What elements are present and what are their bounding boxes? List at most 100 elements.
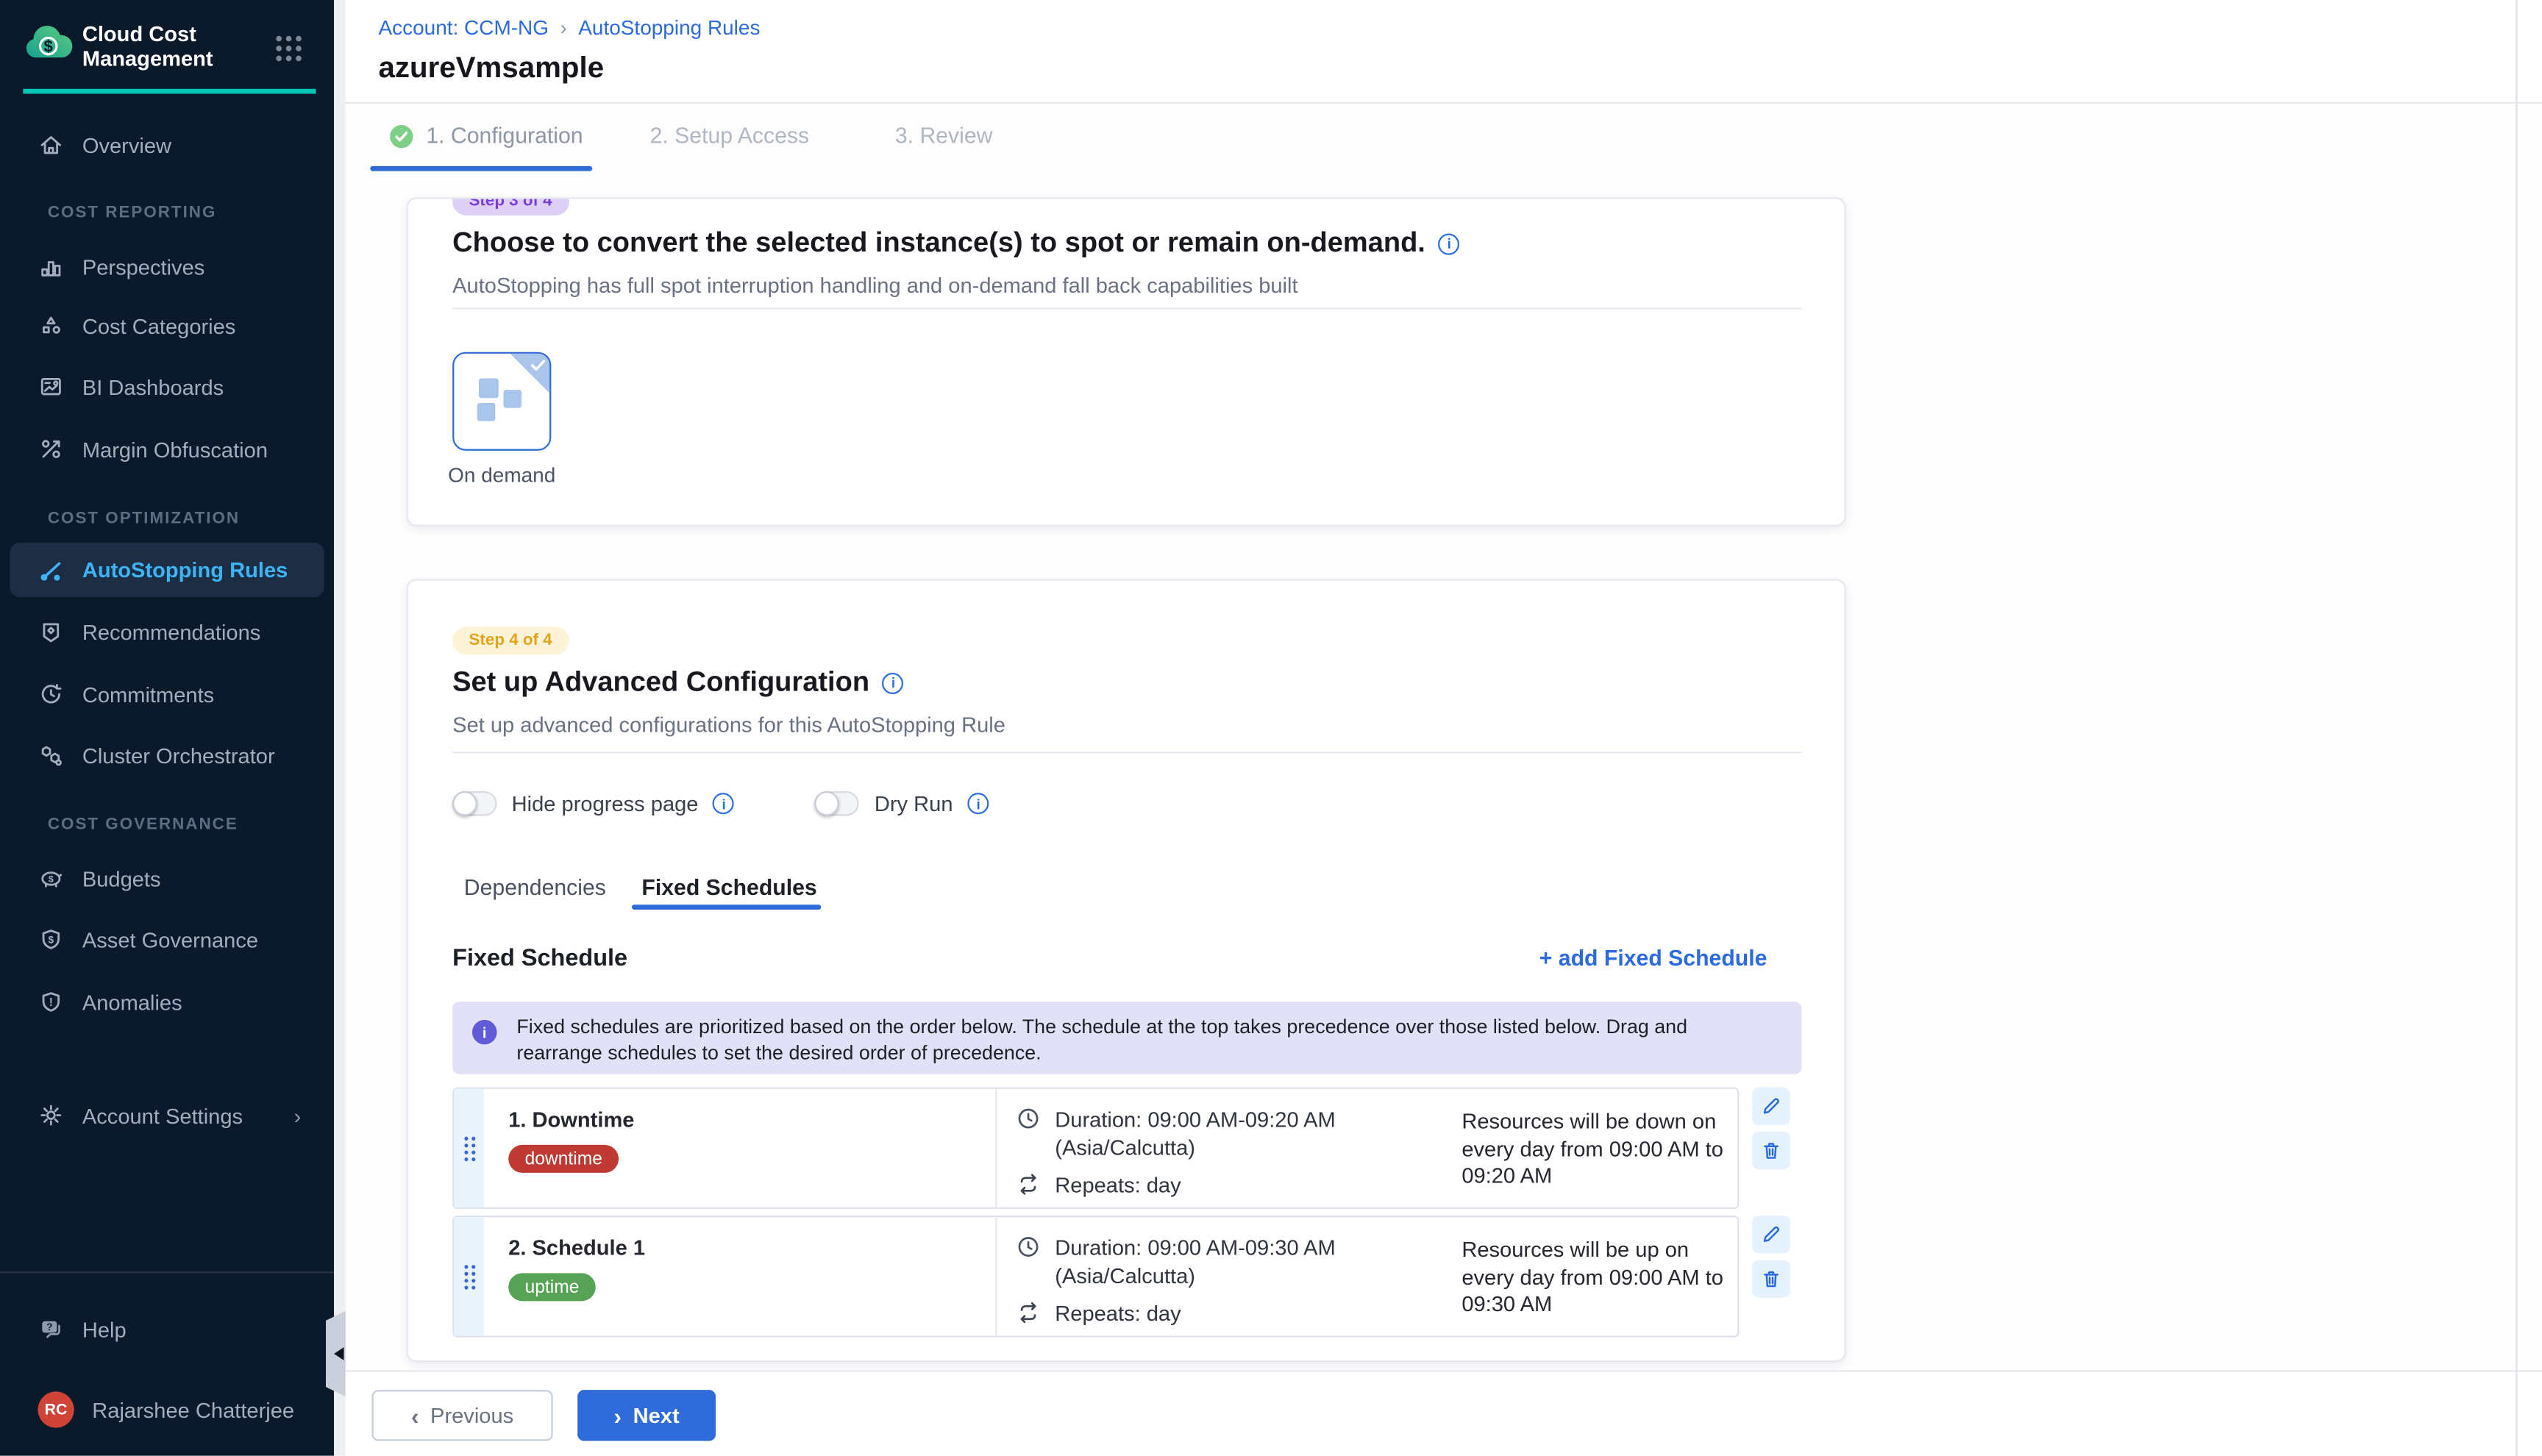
- clock-icon: [1017, 1235, 1040, 1258]
- sidebar-item-label: Margin Obfuscation: [82, 437, 268, 462]
- section-label-cost-optimization: COST OPTIMIZATION: [48, 510, 240, 528]
- tab-setup-access[interactable]: 2. Setup Access: [650, 124, 810, 149]
- step3-heading: Choose to convert the selected instance(…: [452, 227, 1425, 260]
- recommendation-tag-icon: [38, 618, 64, 645]
- info-icon[interactable]: i: [713, 793, 735, 814]
- dry-run-toggle[interactable]: [815, 791, 859, 816]
- schedule-duration: Duration: 09:00 AM-09:20 AM (Asia/Calcut…: [1055, 1105, 1384, 1161]
- divider: [452, 307, 1801, 309]
- sidebar-item-overview[interactable]: Overview: [10, 122, 324, 168]
- pencil-icon: [1760, 1224, 1781, 1245]
- schedule-timing-cell: Duration: 09:00 AM-09:30 AM (Asia/Calcut…: [996, 1217, 1462, 1335]
- autostopping-icon: [38, 557, 64, 583]
- sidebar-item-anomalies[interactable]: ! Anomalies: [10, 979, 324, 1025]
- sidebar-item-label: Overview: [82, 132, 171, 157]
- chevron-right-icon: ›: [613, 1404, 621, 1427]
- sidebar-item-cost-categories[interactable]: Cost Categories: [10, 303, 324, 349]
- on-demand-option-tile[interactable]: [452, 352, 551, 451]
- delete-schedule-button[interactable]: [1752, 1132, 1790, 1169]
- module-grid-icon[interactable]: [275, 35, 303, 63]
- sidebar-item-budgets[interactable]: $ Budgets: [10, 855, 324, 902]
- breadcrumb-account-link[interactable]: Account: CCM-NG: [378, 16, 549, 39]
- add-fixed-schedule-button[interactable]: + add Fixed Schedule: [1539, 946, 1767, 971]
- sidebar-item-label: Recommendations: [82, 619, 260, 644]
- next-label: Next: [633, 1403, 680, 1428]
- step3-heading-row: Choose to convert the selected instance(…: [452, 227, 1460, 260]
- schedule-timing-cell: Duration: 09:00 AM-09:20 AM (Asia/Calcut…: [996, 1089, 1462, 1207]
- edit-schedule-button[interactable]: [1752, 1088, 1790, 1125]
- sidebar-item-asset-governance[interactable]: $ Asset Governance: [10, 916, 324, 963]
- sidebar-item-label: Budgets: [82, 866, 161, 891]
- gear-icon: [38, 1102, 64, 1129]
- chevron-left-icon: ‹: [411, 1404, 419, 1427]
- sidebar-item-autostopping-rules[interactable]: AutoStopping Rules: [10, 543, 324, 597]
- sidebar-item-label: BI Dashboards: [82, 374, 224, 399]
- sidebar-item-perspectives[interactable]: Perspectives: [10, 243, 324, 290]
- hide-progress-toggle[interactable]: [452, 791, 496, 816]
- hexagon-cluster-icon: [38, 742, 64, 768]
- sidebar-item-help[interactable]: ? Help: [10, 1306, 324, 1352]
- tab-label: 3. Review: [895, 124, 993, 149]
- schedule-row-uptime: 2. Schedule 1 uptime Duration: 09:00 AM-…: [452, 1216, 1739, 1338]
- drag-handle[interactable]: [454, 1089, 483, 1207]
- user-menu[interactable]: RC Rajarshee Chatterjee: [10, 1387, 324, 1433]
- tab-review[interactable]: 3. Review: [895, 124, 993, 149]
- home-icon: [38, 132, 64, 158]
- tab-configuration[interactable]: 1. Configuration: [390, 124, 583, 149]
- sidebar-item-bi-dashboards[interactable]: BI Dashboards: [10, 363, 324, 410]
- chevron-right-icon: ›: [294, 1103, 302, 1128]
- sidebar-item-account-settings[interactable]: Account Settings ›: [10, 1092, 324, 1138]
- divider: [452, 752, 1801, 753]
- dashboard-icon: [38, 374, 64, 400]
- main-content: Account: CCM-NG › AutoStopping Rules azu…: [346, 0, 2542, 1456]
- step3-badge: Step 3 of 4: [452, 197, 569, 215]
- previous-button[interactable]: ‹ Previous: [372, 1390, 553, 1441]
- sidebar-resize-rail[interactable]: [334, 0, 346, 1456]
- breadcrumb-separator: ›: [560, 16, 567, 39]
- info-icon[interactable]: i: [968, 793, 989, 814]
- breadcrumb: Account: CCM-NG › AutoStopping Rules: [378, 16, 760, 39]
- inner-active-tab-underline: [632, 904, 821, 909]
- schedule-name: 2. Schedule 1: [508, 1235, 996, 1260]
- schedule-repeats: Repeats: day: [1055, 1299, 1384, 1327]
- delete-schedule-button[interactable]: [1752, 1260, 1790, 1297]
- piggy-bank-icon: $: [38, 866, 64, 892]
- drag-dots-icon: [461, 1263, 476, 1291]
- svg-text:!: !: [49, 996, 53, 1009]
- page-title: azureVmsample: [378, 51, 604, 85]
- tile-square: [479, 378, 499, 398]
- sidebar-item-label: Commitments: [82, 682, 214, 707]
- svg-text:?: ?: [46, 1321, 52, 1332]
- sidebar-item-commitments[interactable]: Commitments: [10, 671, 324, 718]
- cloud-cost-logo-icon: $: [23, 20, 74, 66]
- tab-dependencies[interactable]: Dependencies: [464, 875, 606, 900]
- schedule-summary: Resources will be up on every day from 0…: [1462, 1217, 1737, 1335]
- active-tab-underline: [370, 166, 592, 171]
- shield-alert-icon: !: [38, 988, 64, 1015]
- sidebar-item-label: Perspectives: [82, 254, 204, 279]
- user-name: Rajarshee Chatterjee: [92, 1397, 294, 1422]
- edit-schedule-button[interactable]: [1752, 1216, 1790, 1253]
- sidebar-item-label: Cost Categories: [82, 313, 236, 338]
- sidebar-item-recommendations[interactable]: Recommendations: [10, 609, 324, 655]
- next-button[interactable]: › Next: [577, 1390, 716, 1441]
- breadcrumb-page-link[interactable]: AutoStopping Rules: [578, 16, 760, 39]
- schedule-summary: Resources will be down on every day from…: [1462, 1089, 1737, 1207]
- tab-fixed-schedules[interactable]: Fixed Schedules: [641, 875, 816, 900]
- sidebar-item-margin-obfuscation[interactable]: Margin Obfuscation: [10, 426, 324, 472]
- sidebar-item-cluster-orchestrator[interactable]: Cluster Orchestrator: [10, 732, 324, 778]
- trash-icon: [1760, 1268, 1781, 1290]
- toggle-knob: [815, 791, 840, 816]
- drag-handle[interactable]: [454, 1217, 483, 1335]
- app-title: Cloud Cost Management: [82, 21, 254, 71]
- info-icon[interactable]: i: [883, 672, 904, 693]
- info-icon[interactable]: i: [1439, 233, 1460, 254]
- collapse-left-arrow-icon: [334, 1347, 343, 1360]
- sidebar-item-label: Account Settings: [82, 1103, 243, 1128]
- svg-text:$: $: [49, 874, 54, 885]
- wizard-footer: ‹ Previous › Next: [346, 1370, 2542, 1455]
- percent-arrow-icon: [38, 436, 64, 463]
- on-demand-label: On demand: [428, 464, 576, 487]
- shapes-icon: [38, 313, 64, 339]
- tab-label: 2. Setup Access: [650, 124, 810, 149]
